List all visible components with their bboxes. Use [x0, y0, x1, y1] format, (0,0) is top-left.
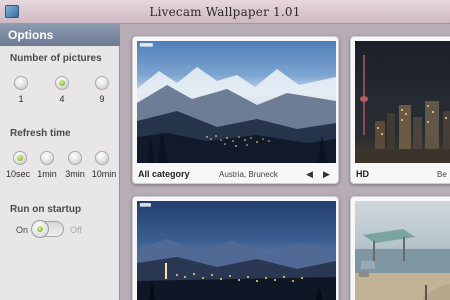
options-header: Options	[0, 24, 120, 46]
harbor-scene	[355, 229, 450, 300]
options-sidebar: Options Number of pictures 1 4 9 Refresh…	[0, 24, 120, 300]
wallpaper-tile[interactable]: ██████	[132, 196, 339, 300]
wallpaper-tile[interactable]	[350, 196, 450, 300]
refresh-label: Refresh time	[10, 128, 71, 139]
title-bar[interactable]: Livecam Wallpaper 1.01	[0, 0, 450, 24]
pictures-option-1: 1	[18, 94, 24, 104]
refresh-radio-1min[interactable]	[40, 151, 54, 165]
toggle-on-label: On	[16, 225, 29, 235]
pictures-radio-9[interactable]	[95, 76, 109, 90]
pictures-option-4: 4	[59, 94, 65, 104]
pictures-option-9: 9	[99, 94, 105, 104]
webcam-image: ███████	[137, 41, 336, 163]
city-scene	[355, 55, 450, 163]
webcam-image	[355, 201, 450, 300]
wallpaper-tile[interactable]: ███████ All category Austria, Bruneck ◀ …	[132, 36, 339, 184]
pictures-radio-4[interactable]	[55, 76, 69, 90]
toggle-off-label: Off	[70, 225, 82, 235]
tile-category: HD	[356, 169, 369, 179]
options-header-label: Options	[8, 28, 54, 42]
pictures-label: Number of pictures	[10, 53, 102, 64]
tile-category: All category	[138, 169, 190, 179]
webcam-image: ██████	[137, 201, 336, 300]
refresh-option-1min: 1min	[37, 169, 57, 179]
refresh-option-3min: 3min	[65, 169, 85, 179]
refresh-option-10min: 10min	[91, 169, 117, 179]
refresh-radio-10min[interactable]	[95, 151, 109, 165]
tile-location: Be	[437, 170, 447, 179]
startup-toggle-knob[interactable]	[31, 220, 49, 238]
refresh-option-10sec: 10sec	[5, 169, 31, 179]
tile-location: Austria, Bruneck	[219, 170, 278, 179]
alpine-scene	[137, 67, 336, 163]
refresh-radio-3min[interactable]	[68, 151, 82, 165]
startup-label: Run on startup	[10, 204, 82, 215]
next-arrow-icon[interactable]: ▶	[323, 169, 330, 180]
webcam-image	[355, 41, 450, 163]
window-title: Livecam Wallpaper 1.01	[149, 5, 301, 19]
wallpaper-tile[interactable]: HD Be	[350, 36, 450, 184]
town-scene	[137, 239, 336, 300]
prev-arrow-icon[interactable]: ◀	[306, 169, 313, 180]
pictures-radio-1[interactable]	[14, 76, 28, 90]
refresh-radio-10sec[interactable]	[13, 151, 27, 165]
